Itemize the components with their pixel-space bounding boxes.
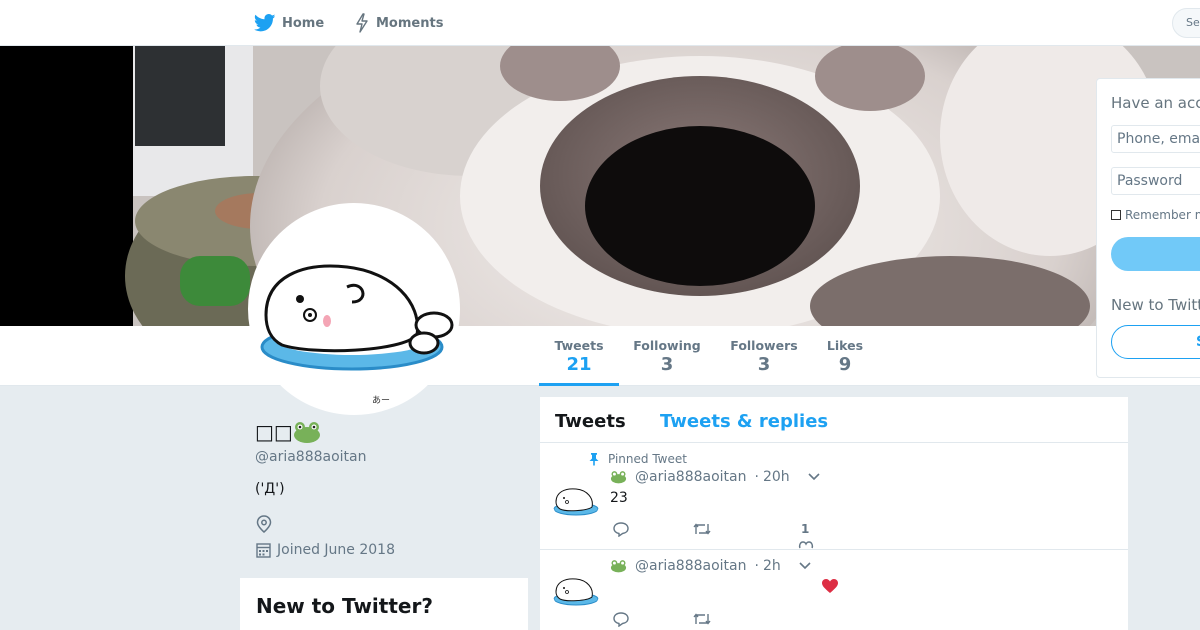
new-to-twitter-text: New to Twitte: [1111, 296, 1200, 314]
tab-tweets[interactable]: Tweets: [555, 411, 626, 432]
profile-bio: ('Д'): [255, 481, 285, 497]
search-input[interactable]: Se: [1172, 8, 1200, 38]
retweet-icon[interactable]: [692, 612, 712, 626]
tweet-header: @aria888aoitan · 20h: [610, 469, 820, 485]
chevron-down-icon[interactable]: [808, 473, 820, 481]
tweet-text: 23: [610, 490, 628, 506]
tweet-timestamp[interactable]: 20h: [763, 469, 790, 485]
password-field[interactable]: Password: [1111, 167, 1200, 195]
like-count: 1: [801, 522, 810, 536]
joined-text: Joined June 2018: [277, 542, 395, 558]
password-placeholder: Password: [1117, 173, 1183, 189]
profile-handle[interactable]: @aria888aoitan: [255, 449, 367, 465]
stat-followers-value: 3: [757, 354, 771, 375]
tweet-timestamp[interactable]: 2h: [763, 558, 781, 574]
stat-tweets-value: 21: [566, 354, 592, 375]
remember-me-label: Remember m: [1125, 208, 1200, 222]
reply-icon[interactable]: [612, 611, 630, 627]
profile-joined-date: Joined June 2018: [256, 542, 395, 558]
stat-likes[interactable]: Likes 9: [820, 326, 870, 386]
tab-tweets-and-replies[interactable]: Tweets & replies: [660, 411, 828, 432]
profile-avatar[interactable]: あー: [248, 203, 460, 415]
frog-emoji-icon: [610, 471, 627, 484]
svg-text:あー: あー: [372, 395, 390, 406]
search-placeholder: Se: [1186, 16, 1200, 29]
pin-icon: [589, 453, 599, 466]
new-to-twitter-heading: New to Twitter?: [256, 594, 433, 618]
nav-moments-link[interactable]: Moments: [354, 0, 443, 46]
nav-moments-label: Moments: [376, 15, 444, 31]
tweet-author-handle[interactable]: @aria888aoitan: [635, 558, 747, 574]
top-navigation-bar: Home Moments Se: [0, 0, 1200, 46]
display-name-text: □□: [255, 420, 293, 444]
stat-followers[interactable]: Followers 3: [724, 326, 804, 386]
frog-emoji-icon: [293, 422, 320, 443]
retweet-icon[interactable]: [692, 522, 712, 536]
profile-display-name: □□: [255, 420, 321, 444]
reply-icon[interactable]: [612, 521, 630, 537]
stat-following-value: 3: [660, 354, 674, 375]
stat-tweets[interactable]: Tweets 21: [539, 326, 619, 386]
tweet-separator: ·: [754, 469, 759, 485]
frog-emoji-icon: [610, 560, 627, 573]
stat-following[interactable]: Following 3: [627, 326, 707, 386]
tweet-timeline: Tweets Tweets & replies Pinned Tweet @ar…: [540, 397, 1128, 630]
seal-avatar-thumb: [553, 488, 599, 516]
nav-home-label: Home: [282, 15, 325, 31]
location-pin-icon: [256, 515, 272, 533]
chevron-down-icon[interactable]: [799, 562, 811, 570]
remember-me-checkbox[interactable]: [1111, 210, 1121, 220]
pinned-tweet-indicator: Pinned Tweet: [588, 452, 687, 466]
login-button[interactable]: [1111, 237, 1200, 271]
tweet-author-avatar[interactable]: [552, 566, 600, 614]
new-to-twitter-card: New to Twitter?: [240, 578, 528, 630]
login-title: Have an acco: [1111, 94, 1200, 112]
login-panel: Have an acco Phone, ema Password Remembe…: [1096, 78, 1200, 378]
lightning-bolt-icon: [356, 13, 368, 33]
profile-banner: [0, 46, 1200, 326]
stat-tweets-label: Tweets: [554, 338, 604, 353]
banner-photo: [0, 46, 1200, 326]
red-heart-emoji-icon: [822, 579, 838, 593]
stat-following-label: Following: [633, 338, 701, 353]
tweet-separator: ·: [754, 558, 759, 574]
profile-stats-bar: Tweets 21 Following 3 Followers 3 Likes …: [0, 326, 1200, 386]
tweet-item[interactable]: @aria888aoitan · 2h: [540, 550, 1128, 630]
stat-likes-value: 9: [838, 354, 852, 375]
tweet-author-avatar[interactable]: [552, 476, 600, 524]
tweet-author-handle[interactable]: @aria888aoitan: [635, 469, 747, 485]
signup-button[interactable]: S: [1111, 325, 1200, 359]
tweet-item[interactable]: Pinned Tweet @aria888aoitan · 20h 23 1: [540, 443, 1128, 550]
calendar-icon: [256, 543, 271, 558]
phone-email-placeholder: Phone, ema: [1117, 131, 1200, 147]
seal-avatar-image: あー: [252, 207, 456, 411]
remember-me[interactable]: Remember m: [1111, 208, 1200, 222]
nav-home-link[interactable]: Home: [254, 0, 324, 46]
stat-followers-label: Followers: [730, 338, 798, 353]
twitter-bird-icon: [254, 14, 276, 32]
timeline-tabs: Tweets Tweets & replies: [540, 397, 1128, 443]
pinned-label: Pinned Tweet: [608, 452, 687, 466]
tweet-header: @aria888aoitan · 2h: [610, 558, 811, 574]
signup-label: S: [1196, 334, 1200, 350]
heart-icon[interactable]: [798, 540, 814, 550]
seal-avatar-thumb: [553, 578, 599, 606]
stat-likes-label: Likes: [826, 338, 864, 353]
phone-email-field[interactable]: Phone, ema: [1111, 125, 1200, 153]
